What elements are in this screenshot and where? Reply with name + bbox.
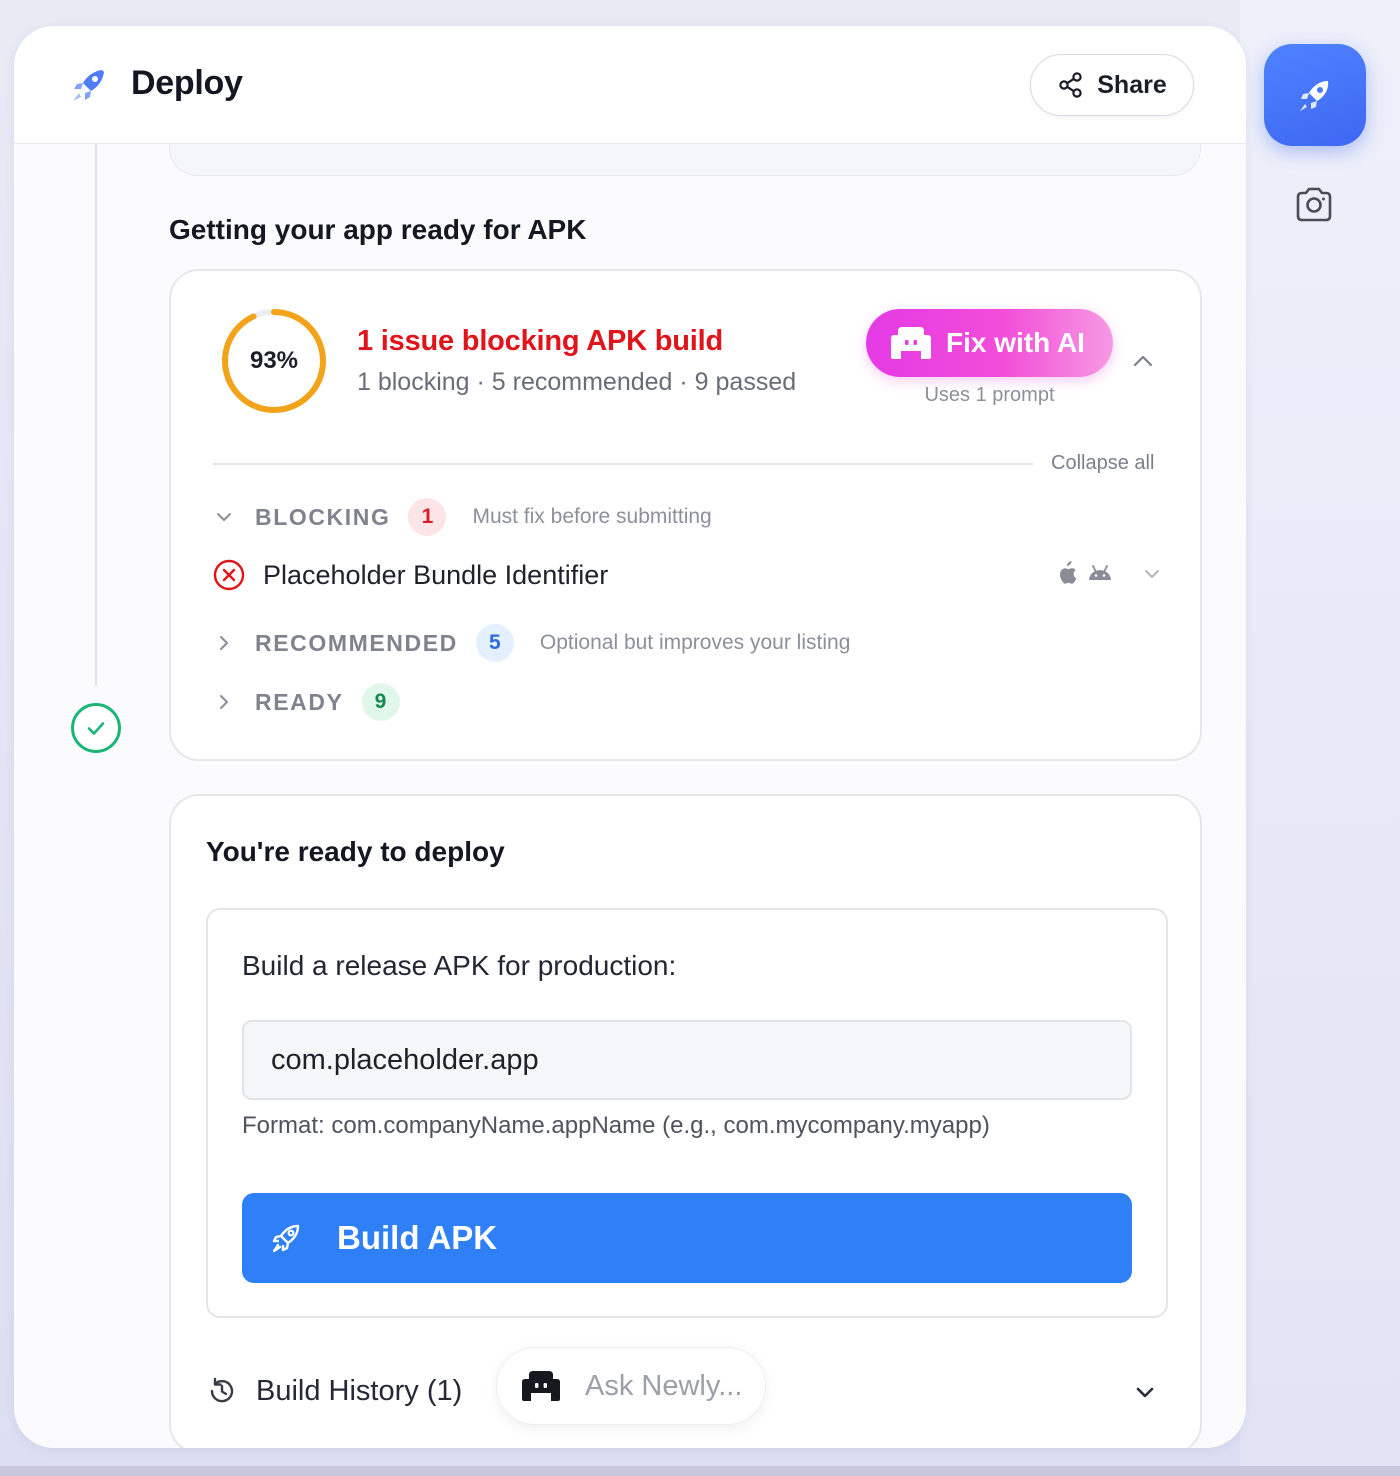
issue-item[interactable]: Placeholder Bundle Identifier [213, 553, 1163, 597]
fix-label: Fix with AI [946, 327, 1085, 358]
group-description: Optional but improves your listing [539, 631, 851, 654]
chevron-down-icon [217, 513, 231, 521]
section-title: Getting your app ready for APK [169, 214, 587, 245]
group-recommended[interactable]: RECOMMENDED 5 Optional but improves your… [213, 623, 850, 663]
timeline-line [95, 144, 97, 686]
page-title: Deploy [131, 64, 243, 102]
divider [213, 463, 1033, 465]
bot-icon [891, 327, 931, 359]
build-label: Build a release APK for production: [242, 950, 677, 981]
group-label: READY [255, 688, 344, 715]
platform-icons [1057, 561, 1113, 585]
count-badge: 1 [408, 498, 447, 536]
count-badge: 9 [361, 683, 400, 721]
ask-placeholder: Ask Newly... [585, 1369, 743, 1402]
deploy-fab-button[interactable] [1264, 44, 1366, 146]
issue-summary: 1 blocking · 5 recommended · 9 passed [357, 368, 797, 396]
package-id-input[interactable] [242, 1020, 1132, 1100]
step-complete-icon [71, 703, 121, 753]
fix-with-ai-button[interactable]: Fix with AI [866, 309, 1113, 377]
history-icon [210, 1377, 234, 1403]
chevron-right-icon [220, 636, 228, 650]
build-history-label: Build History (1) [256, 1374, 463, 1407]
collapse-all-link[interactable]: Collapse all [1051, 452, 1154, 475]
android-icon [1089, 565, 1111, 580]
chevron-down-icon [1136, 1387, 1154, 1398]
bot-icon [522, 1371, 560, 1401]
count-badge: 5 [475, 624, 514, 662]
group-description: Must fix before submitting [472, 505, 712, 528]
deploy-panel: Deploy Share Getting your app ready for … [14, 26, 1246, 1448]
fix-note: Uses 1 prompt [924, 384, 1055, 406]
share-icon [1059, 72, 1082, 98]
build-apk-label: Build APK [337, 1219, 498, 1256]
rocket-logo-icon [73, 70, 104, 101]
issue-title: 1 issue blocking APK build [357, 325, 723, 357]
chevron-down-icon [1145, 570, 1159, 578]
format-hint: Format: com.companyName.appName (e.g., c… [242, 1112, 990, 1139]
group-label: BLOCKING [255, 503, 391, 530]
share-button[interactable]: Share [1030, 54, 1194, 116]
group-ready[interactable]: READY 9 [213, 682, 426, 722]
issue-name: Placeholder Bundle Identifier [263, 559, 609, 590]
build-box: Build a release APK for production: Form… [206, 908, 1168, 1318]
group-blocking[interactable]: BLOCKING 1 Must fix before submitting [213, 497, 712, 537]
chevron-up-icon[interactable] [1131, 349, 1155, 373]
chevron-right-icon [220, 695, 228, 709]
bottom-strip [0, 1466, 1400, 1476]
camera-icon[interactable] [1292, 183, 1336, 227]
rocket-icon [1300, 81, 1329, 111]
deploy-title: You're ready to deploy [206, 836, 505, 867]
build-apk-button[interactable]: Build APK [242, 1193, 1132, 1283]
ask-assistant-input[interactable]: Ask Newly... [496, 1347, 766, 1425]
header: Deploy Share [14, 26, 1246, 144]
apple-icon [1060, 561, 1077, 584]
readiness-card: 93% 1 issue blocking APK build 1 blockin… [169, 269, 1202, 761]
rocket-icon [272, 1224, 300, 1253]
share-label: Share [1097, 70, 1167, 99]
group-label: RECOMMENDED [255, 629, 458, 656]
error-x-icon [213, 559, 245, 591]
score-value: 93% [249, 347, 299, 374]
